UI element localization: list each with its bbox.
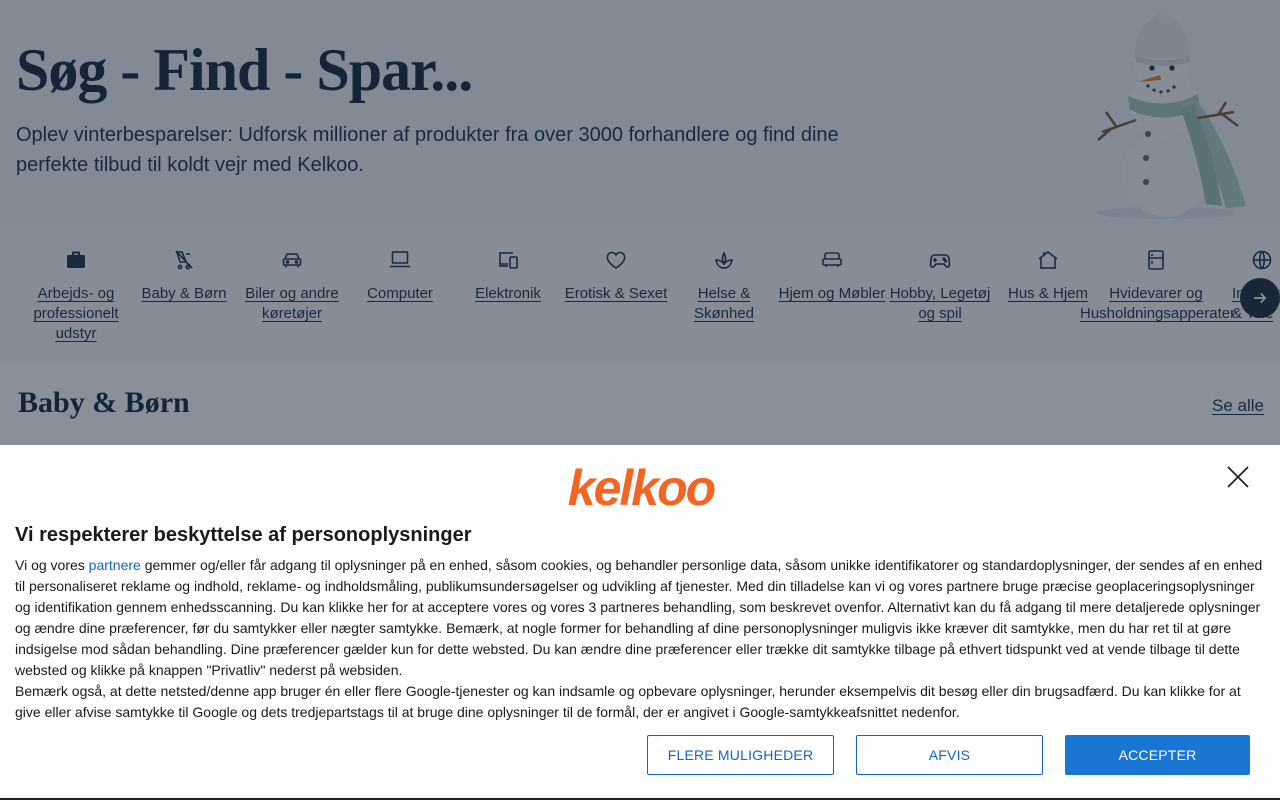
consent-paragraph: Vi og vores partnere gemmer og/eller får… xyxy=(15,555,1267,681)
deny-button[interactable]: AFVIS xyxy=(856,735,1043,775)
consent-text-after-link: gemmer og/eller får adgang til oplysning… xyxy=(15,557,1263,678)
consent-text-before-link: Vi og vores xyxy=(15,557,89,573)
partners-link[interactable]: partnere xyxy=(89,557,141,573)
consent-text: Vi og vores partnere gemmer og/eller får… xyxy=(15,555,1267,723)
accept-button[interactable]: ACCEPTER xyxy=(1065,735,1250,775)
more-options-button[interactable]: FLERE MULIGHEDER xyxy=(647,735,834,775)
google-consent-paragraph: Bemærk også, at dette netsted/denne app … xyxy=(15,683,1241,720)
close-button[interactable] xyxy=(1222,461,1254,493)
consent-dialog: kelkoo Vi respekterer beskyttelse af per… xyxy=(0,445,1280,800)
close-icon xyxy=(1227,466,1249,488)
svg-text:kelkoo: kelkoo xyxy=(568,465,715,511)
consent-title: Vi respekterer beskyttelse af personoply… xyxy=(15,524,472,546)
kelkoo-logo: kelkoo xyxy=(568,465,717,511)
